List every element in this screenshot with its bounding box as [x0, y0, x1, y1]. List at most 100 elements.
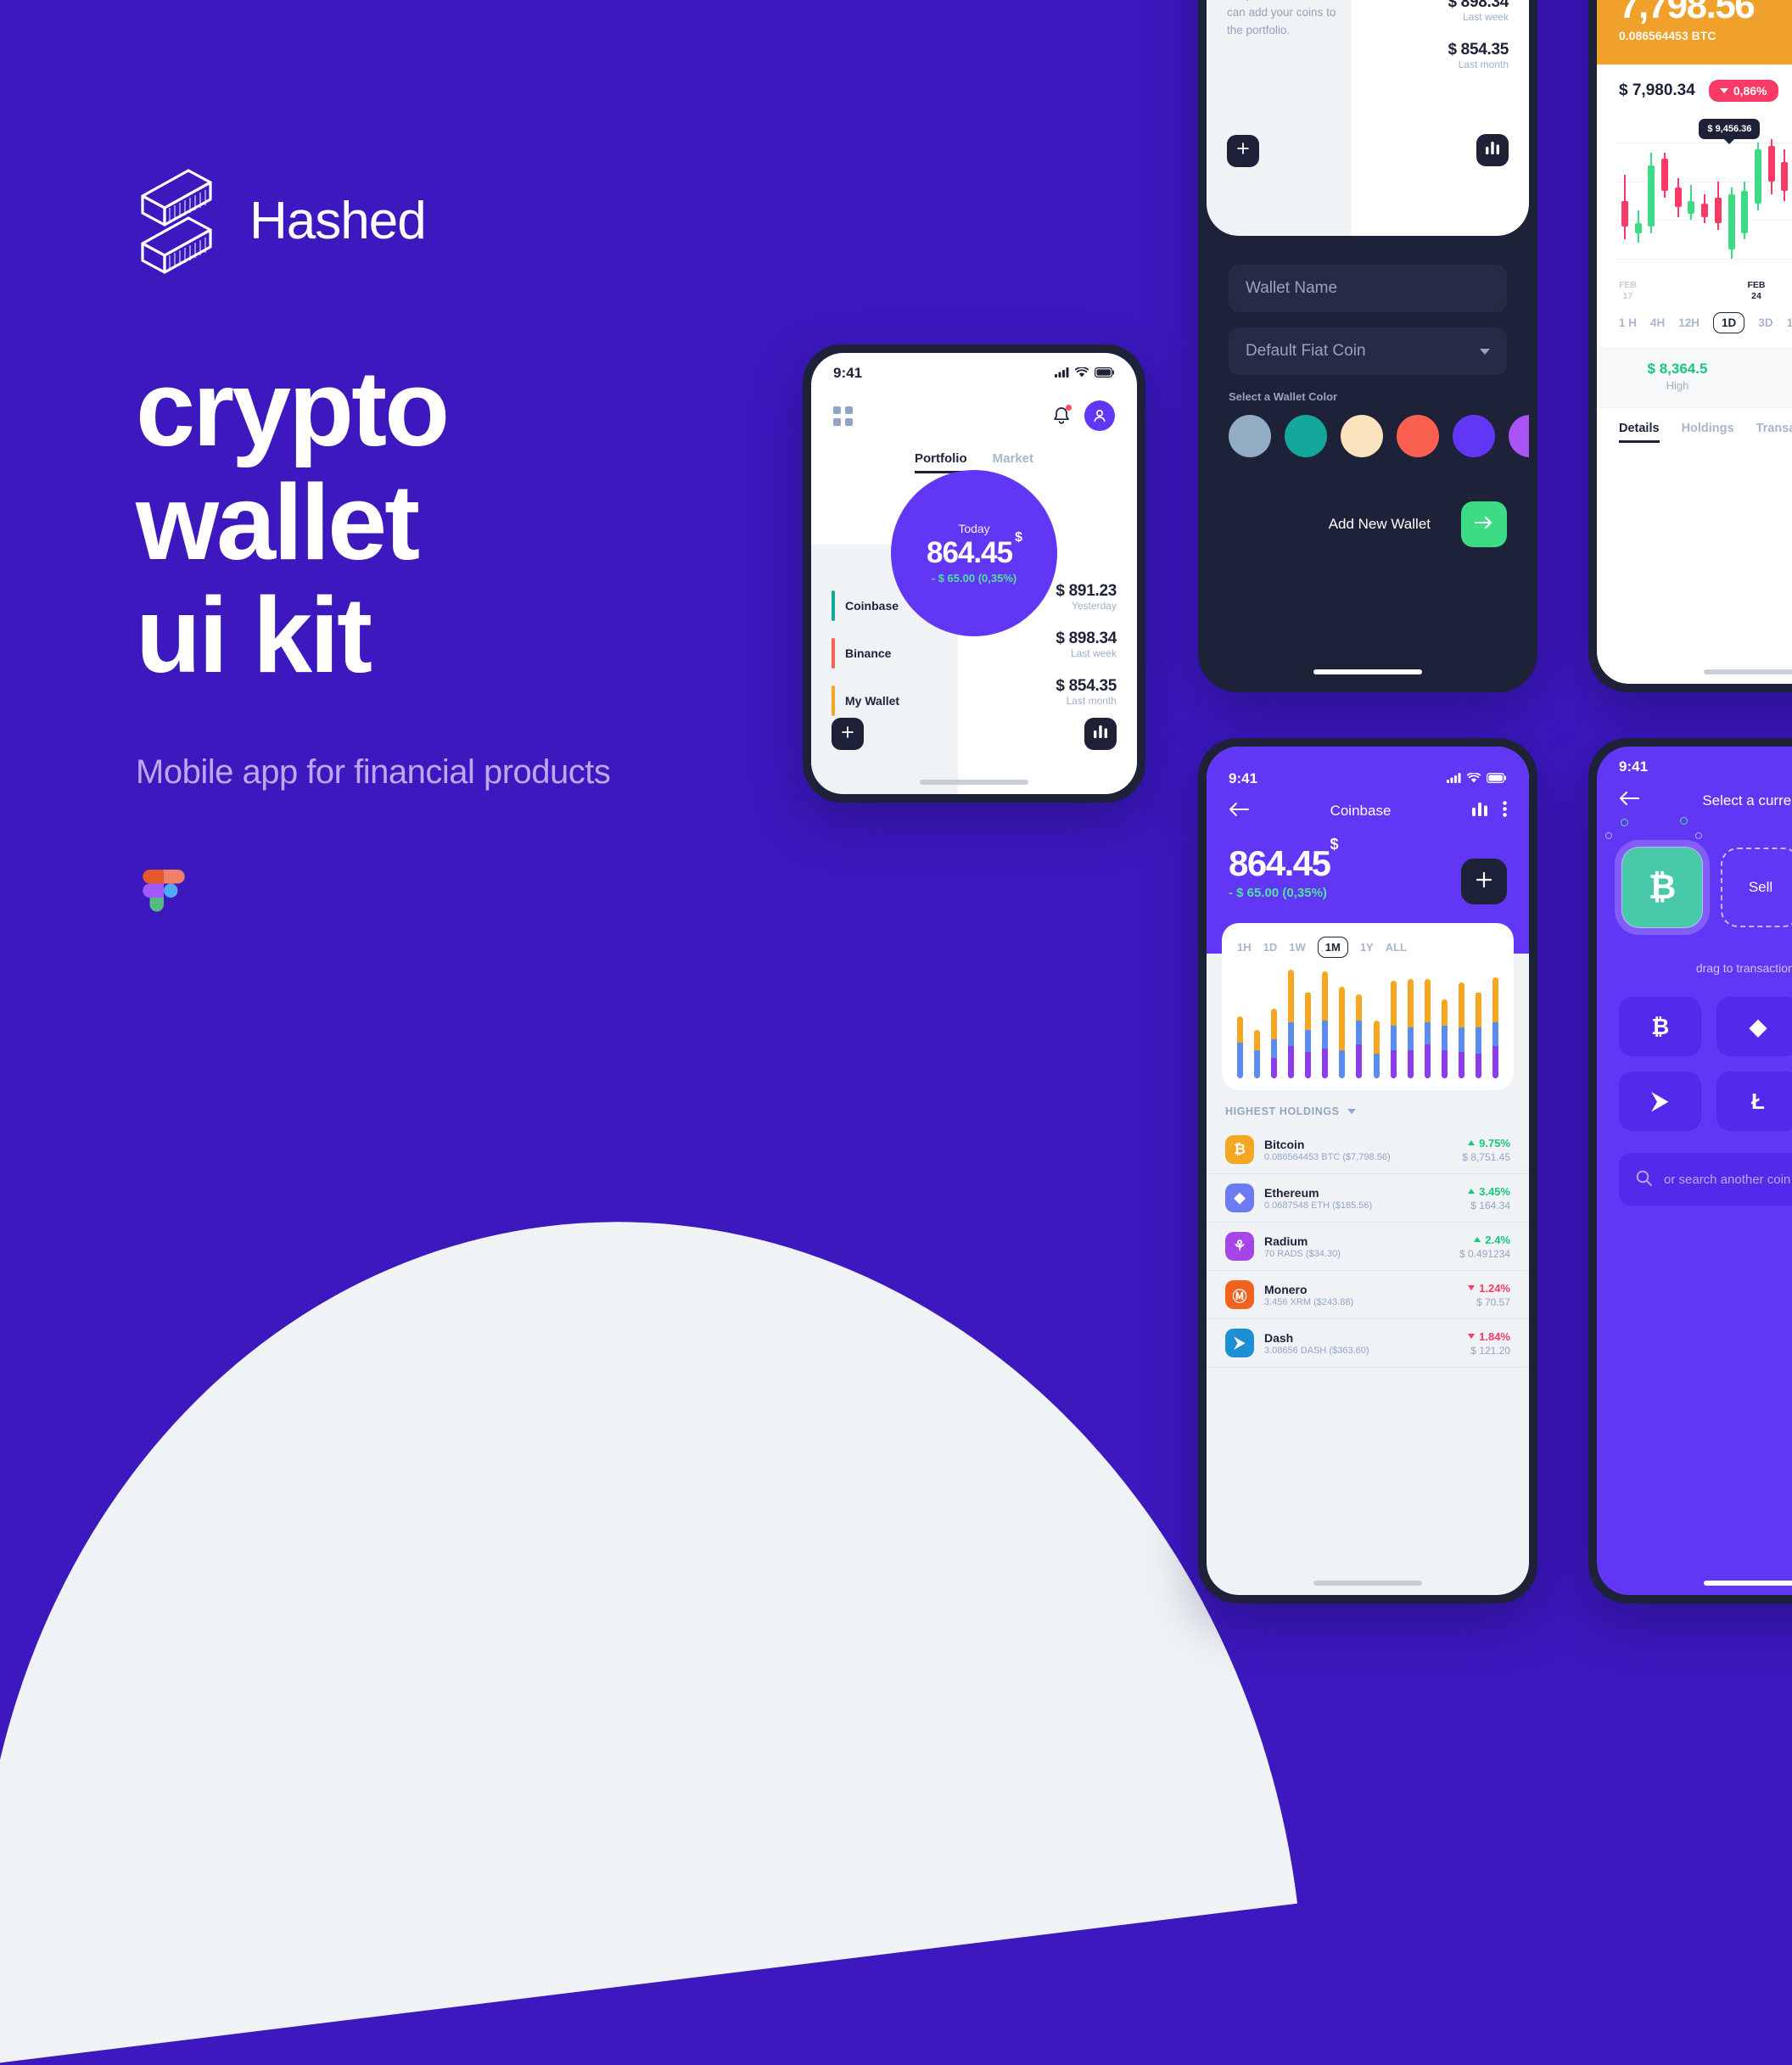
range-1d[interactable]: 1D — [1713, 312, 1745, 334]
range-3d[interactable]: 3D — [1758, 316, 1772, 329]
chart-bar — [1441, 999, 1448, 1078]
range-1h[interactable]: 1 H — [1619, 316, 1637, 329]
background-wave-decoration — [0, 1145, 1298, 2065]
wallet-name-input[interactable]: Wallet Name — [1229, 265, 1507, 312]
litecoin-icon[interactable]: Ł — [1716, 1072, 1792, 1131]
coin-name: Monero — [1264, 1282, 1308, 1296]
ethereum-icon[interactable]: ◆ — [1716, 997, 1792, 1056]
page-title: Coinbase — [1330, 803, 1392, 819]
range-1y[interactable]: 1Y — [1360, 941, 1374, 954]
chart-bar — [1407, 979, 1414, 1078]
home-indicator — [920, 780, 1028, 785]
sell-drop-target[interactable]: Sell — [1721, 848, 1792, 927]
chart-bar-segment — [1424, 1044, 1431, 1078]
submit-wallet-button[interactable] — [1461, 501, 1507, 547]
triangle-up-icon — [1468, 1140, 1476, 1145]
dash-icon: ⮞ — [1225, 1329, 1254, 1357]
table-row[interactable]: ₿ Bitcoin 0.086564453 BTC ($7,798.56) 9.75%… — [1207, 1126, 1529, 1174]
arrow-left-icon[interactable] — [1229, 802, 1249, 821]
coin-amount: 3.08656 DASH ($363.60) — [1264, 1345, 1369, 1356]
view-chart-button[interactable] — [1084, 718, 1117, 750]
selected-coin-tile[interactable]: ₿ — [1615, 840, 1710, 935]
home-indicator — [1313, 1581, 1422, 1586]
bar-chart-icon[interactable] — [1472, 802, 1487, 820]
range-1w[interactable]: 1W — [1289, 941, 1306, 954]
tab-market[interactable]: Market — [993, 451, 1033, 473]
table-row[interactable]: ◆ Ethereum 0.0687548 ETH ($165.56) 3.45% $ 1… — [1207, 1174, 1529, 1223]
chart-bar-segment — [1390, 1026, 1397, 1050]
coin-amount: 3.456 XRM ($243.88) — [1264, 1296, 1354, 1307]
holding-stats: 9.75% $ 8,751.45 — [1462, 1137, 1510, 1163]
wallet-amount-cell: $ 898.34 Last week — [958, 630, 1117, 677]
title-line-3: ui kit — [136, 575, 372, 696]
status-bar: 9:41 — [811, 353, 1137, 382]
stacked-bar-chart[interactable] — [1237, 970, 1498, 1078]
chart-bar-segment — [1424, 1021, 1431, 1045]
table-row[interactable]: Ⓜ Monero 3.456 XRM ($243.88) 1.24% $ 70.57 — [1207, 1271, 1529, 1319]
color-swatch[interactable] — [1229, 415, 1271, 457]
color-swatch[interactable] — [1397, 415, 1439, 457]
range-4h[interactable]: 4H — [1650, 316, 1665, 329]
triangle-up-icon — [1474, 1237, 1481, 1242]
change-percent: 9.75% — [1462, 1137, 1510, 1150]
tab-transactions[interactable]: Transactions — [1756, 422, 1792, 443]
chart-bar-segment — [1254, 1029, 1261, 1050]
list-item[interactable]: Binance — [832, 630, 958, 677]
chart-bar-segment — [1339, 986, 1346, 1050]
status-time: 9:41 — [1619, 758, 1649, 775]
bitcoin-market-price: $ 7,980.34 — [1619, 81, 1695, 99]
range-1w[interactable]: 1W — [1787, 316, 1792, 329]
candlestick-chart[interactable]: $ 9,456.36 — [1616, 114, 1792, 275]
tab-portfolio[interactable]: Portfolio — [914, 451, 967, 473]
table-row[interactable]: ⮞ Dash 3.08656 DASH ($363.60) 1.84% $ 121.20 — [1207, 1319, 1529, 1368]
candlestick-bar — [1779, 114, 1791, 275]
range-all[interactable]: ALL — [1386, 941, 1407, 954]
coin-value: $ 8,751.45 — [1462, 1150, 1510, 1163]
range-1m[interactable]: 1M — [1317, 937, 1348, 958]
balance-bubble[interactable]: Today 864.45 $ - $ 65.00 (0,35%) — [891, 470, 1057, 636]
bitcoin-detail-tabs: Details Holdings Transactions — [1597, 407, 1792, 444]
chart-bar-segment — [1339, 1049, 1346, 1078]
add-coin-button[interactable] — [1461, 859, 1507, 904]
add-wallet-button[interactable] — [832, 718, 864, 750]
holding-info: Bitcoin 0.086564453 BTC ($7,798.56) — [1264, 1138, 1452, 1162]
color-swatch[interactable] — [1453, 415, 1495, 457]
bitcoin-icon[interactable]: ₿ — [1619, 997, 1702, 1056]
wallet-name: My Wallet — [845, 694, 900, 708]
balance-amount: 864.45 $ — [927, 530, 1022, 569]
candlestick-bar — [1632, 114, 1644, 275]
range-1d[interactable]: 1D — [1263, 941, 1278, 954]
more-vertical-icon[interactable] — [1503, 801, 1507, 821]
arrow-left-icon[interactable] — [1619, 791, 1639, 810]
chart-bar-segment — [1373, 1020, 1380, 1055]
highest-holdings-header[interactable]: HIGHEST HOLDINGS — [1207, 1090, 1529, 1126]
color-swatch[interactable] — [1509, 415, 1529, 457]
table-row[interactable]: ⚘ Radium 70 RADS ($34.30) 2.4% $ 0.491234 — [1207, 1223, 1529, 1271]
chart-bar — [1271, 1009, 1278, 1078]
triangle-up-icon — [1468, 1189, 1476, 1194]
balance-period-label: Today — [958, 522, 990, 535]
add-portfolio-button[interactable] — [1227, 134, 1259, 167]
range-12h[interactable]: 12H — [1678, 316, 1700, 329]
range-1h[interactable]: 1H — [1237, 941, 1252, 954]
tab-holdings[interactable]: Holdings — [1682, 422, 1734, 443]
add-new-wallet-label: Add New Wallet — [1328, 516, 1431, 532]
high-stat: $ 8,364.5 High — [1597, 361, 1758, 392]
notification-bell-icon[interactable] — [1052, 405, 1072, 426]
chart-bar-segment — [1322, 1048, 1329, 1078]
view-chart-button[interactable] — [1476, 134, 1509, 166]
grid-menu-icon[interactable] — [833, 406, 853, 426]
dash-icon[interactable]: ⮞ — [1619, 1072, 1702, 1131]
default-fiat-coin-select[interactable]: Default Fiat Coin — [1229, 327, 1507, 375]
ethereum-icon: ◆ — [1225, 1184, 1254, 1212]
tab-details[interactable]: Details — [1619, 422, 1660, 444]
user-avatar-icon[interactable] — [1084, 400, 1115, 431]
candlestick-bar — [1645, 114, 1657, 275]
change-percent: 2.4% — [1459, 1234, 1510, 1246]
search-input[interactable]: or search another coin ... — [1619, 1153, 1792, 1206]
brand-name: Hashed — [249, 191, 427, 250]
bar-chart-icon — [1094, 725, 1107, 742]
chart-bar-segment — [1322, 971, 1329, 1021]
color-swatch[interactable] — [1285, 415, 1327, 457]
color-swatch[interactable] — [1341, 415, 1383, 457]
